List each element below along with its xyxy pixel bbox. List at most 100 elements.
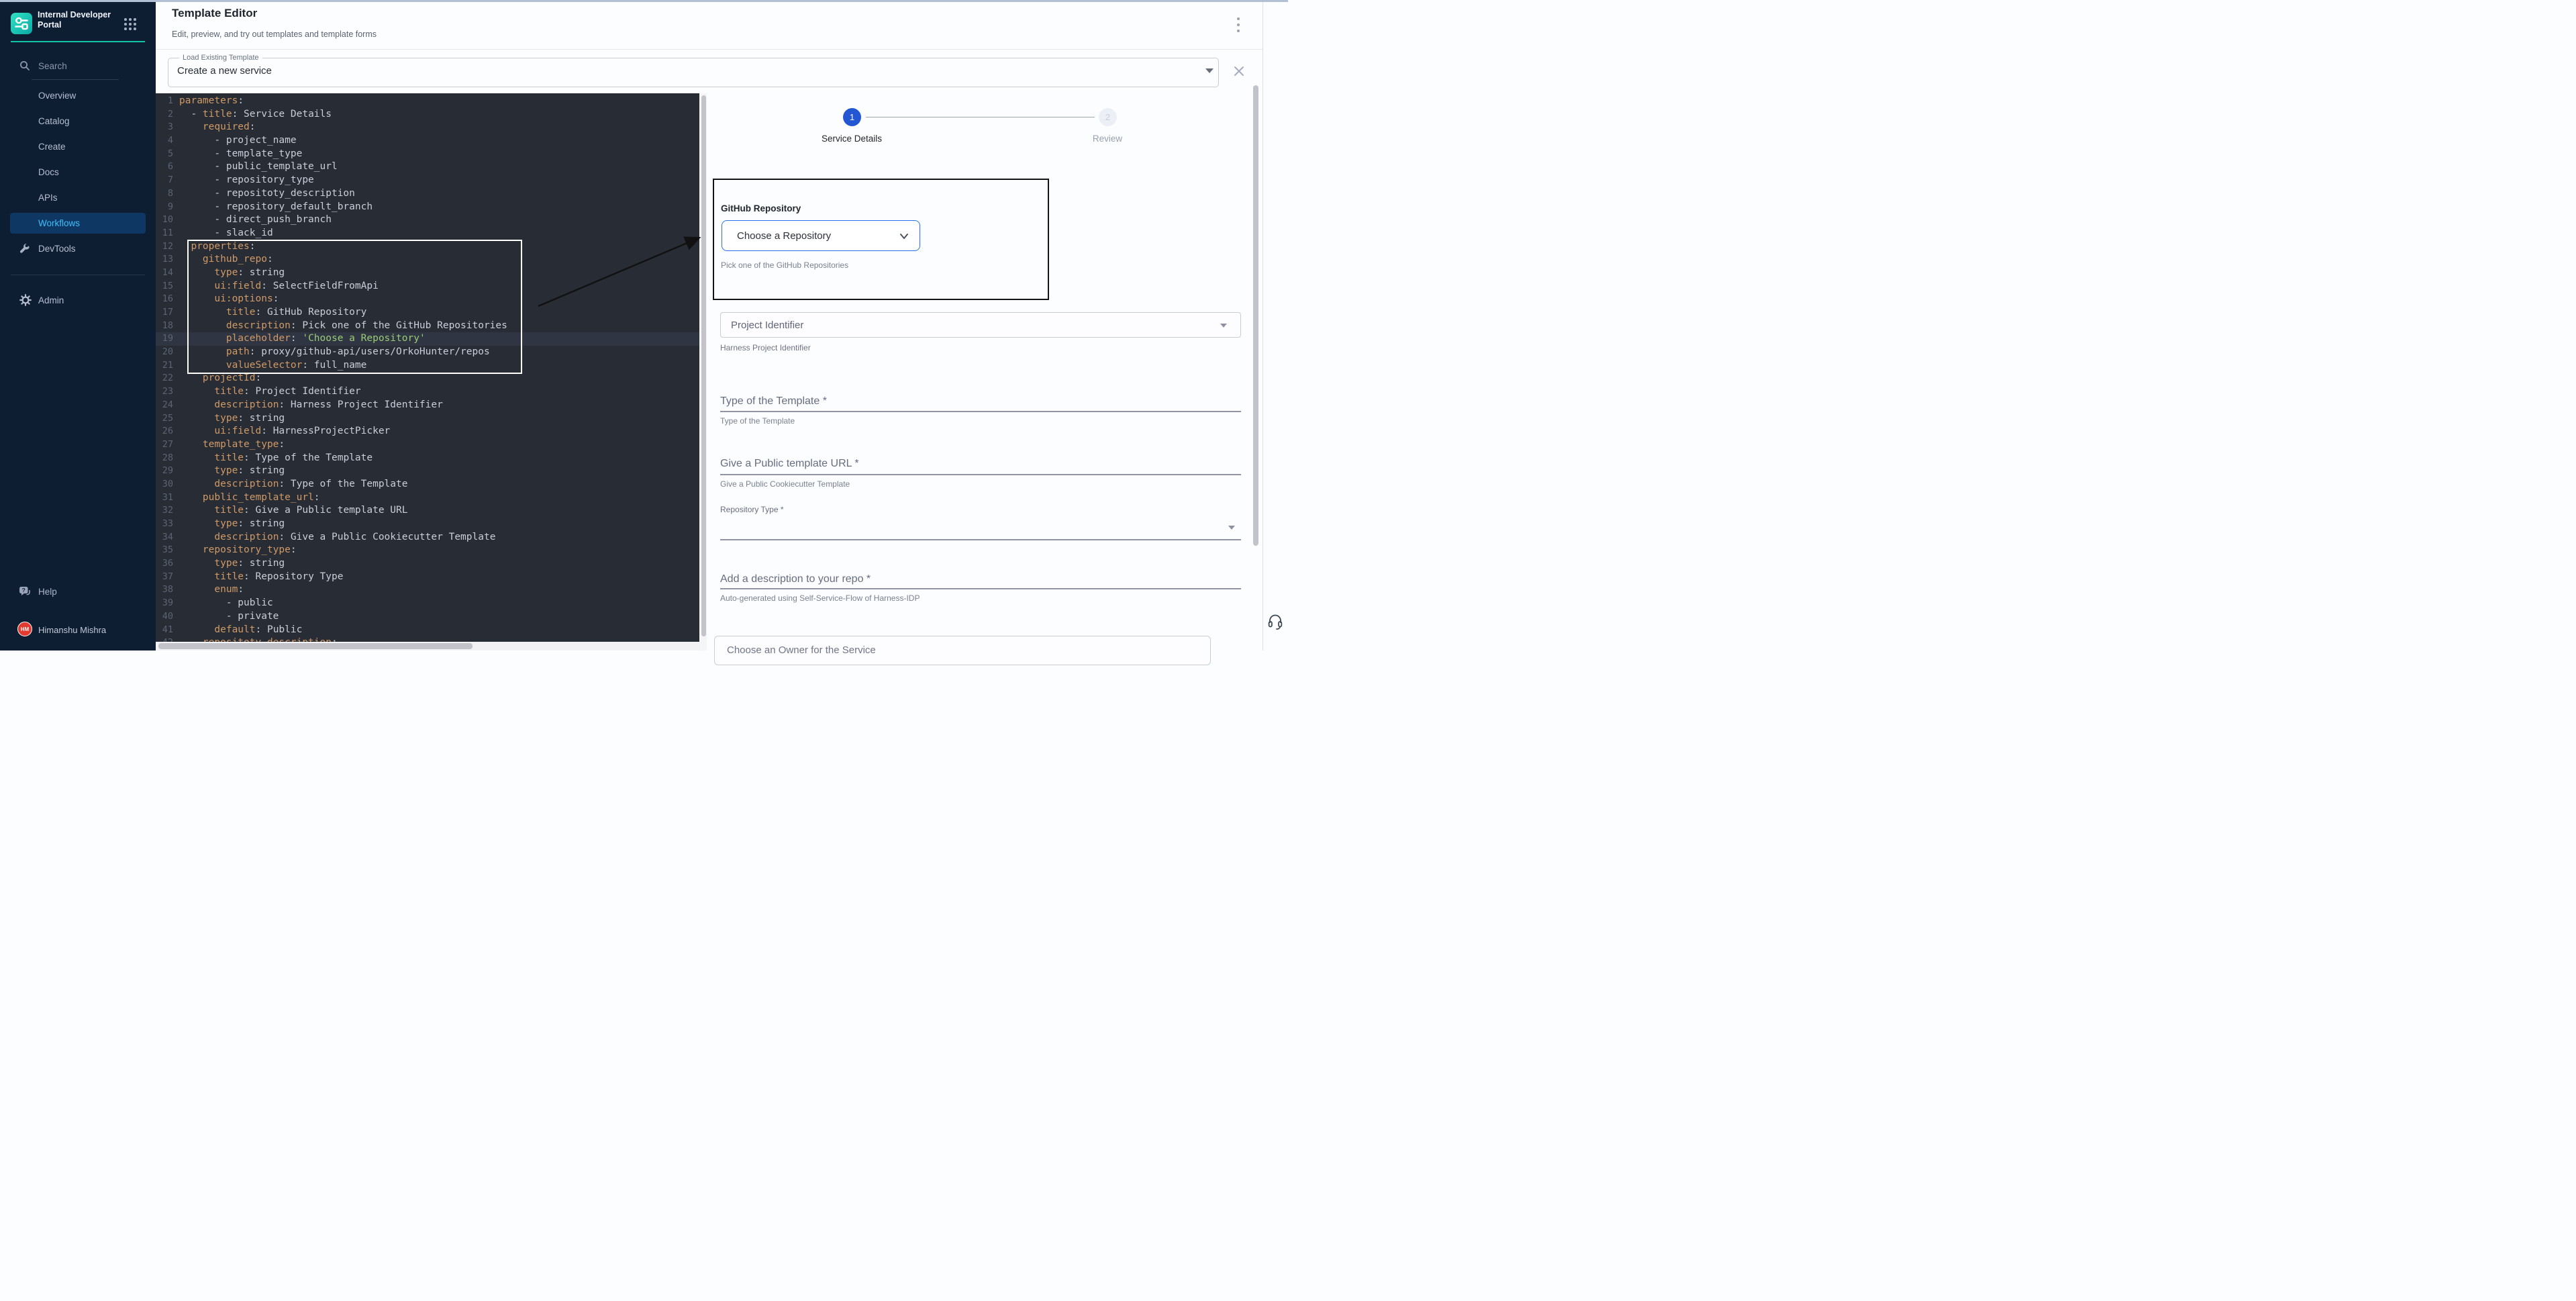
code-line-29[interactable]: 29 type: string [156,465,699,478]
code-line-37[interactable]: 37 title: Repository Type [156,571,699,584]
project-identifier-select[interactable]: Project Identifier [720,312,1241,338]
dropdown-caret-icon[interactable] [1205,68,1213,73]
code-line-39[interactable]: 39 - public [156,597,699,610]
line-number: 27 [158,438,173,452]
sidebar-item-create[interactable]: Create [10,136,146,157]
sidebar-user[interactable]: HM Himanshu Mishra [0,619,156,640]
panel-scrollbar-thumb[interactable] [1253,85,1258,546]
code-line-7[interactable]: 7 - repository_type [156,174,699,187]
line-number: 1 [158,95,173,108]
code-line-40[interactable]: 40 - private [156,610,699,624]
idp-logo[interactable] [11,13,32,34]
stepper-step-2-circle[interactable]: 2 [1099,108,1117,126]
header-divider [156,49,1262,50]
code-line-27[interactable]: 27 template_type: [156,438,699,452]
code-text: projectId: [179,372,261,385]
avatar: HM [17,622,32,636]
line-number: 2 [158,108,173,122]
code-line-22[interactable]: 22 projectId: [156,372,699,385]
app-grid-icon[interactable] [124,18,136,30]
sidebar-item-label: DevTools [38,244,76,254]
code-line-31[interactable]: 31 public_template_url: [156,491,699,505]
public-url-input[interactable] [720,474,1241,475]
owner-placeholder: Choose an Owner for the Service [727,644,876,665]
line-number: 7 [158,174,173,187]
public-url-label: Give a Public template URL * [720,458,859,470]
code-line-11[interactable]: 11 - slack_id [156,227,699,240]
sidebar-item-overview[interactable]: Overview [10,85,146,106]
right-rail-divider [1262,0,1263,650]
code-line-32[interactable]: 32 title: Give a Public template URL [156,504,699,518]
code-text: - repositoty_description [179,187,355,201]
editor-horizontal-scrollbar[interactable] [156,642,700,650]
line-number: 18 [158,320,173,333]
sidebar-item-label: APIs [38,193,58,203]
code-line-25[interactable]: 25 type: string [156,412,699,426]
code-line-1[interactable]: 1parameters: [156,95,699,108]
line-number: 35 [158,544,173,557]
sidebar-item-docs[interactable]: Docs [10,162,146,183]
code-text: repository_type: [179,544,297,557]
code-text: - project_name [179,134,297,148]
line-number: 38 [158,583,173,597]
code-line-4[interactable]: 4 - project_name [156,134,699,148]
close-icon[interactable] [1232,64,1246,78]
code-line-26[interactable]: 26 ui:field: HarnessProjectPicker [156,425,699,438]
editor-vertical-scrollbar[interactable] [700,93,707,650]
form-annotation-rectangle [713,179,1049,300]
code-line-2[interactable]: 2 - title: Service Details [156,108,699,122]
code-line-5[interactable]: 5 - template_type [156,148,699,161]
code-line-33[interactable]: 33 type: string [156,518,699,531]
sidebar-item-devtools[interactable]: DevTools [10,238,146,259]
repository-type-select[interactable] [720,539,1241,540]
code-line-28[interactable]: 28 title: Type of the Template [156,452,699,465]
code-line-30[interactable]: 30 description: Type of the Template [156,478,699,491]
repo-description-helper: Auto-generated using Self-Service-Flow o… [720,593,920,603]
line-number: 26 [158,425,173,438]
code-text: type: string [179,557,285,571]
sidebar-item-workflows[interactable]: Workflows [10,213,146,234]
kebab-menu-icon[interactable] [1236,17,1241,35]
editor-horizontal-scrollbar-thumb[interactable] [158,643,473,649]
search-label: Search [38,61,67,71]
code-text: - direct_push_branch [179,213,332,227]
code-line-6[interactable]: 6 - public_template_url [156,160,699,174]
owner-select[interactable]: Choose an Owner for the Service [714,636,1211,665]
line-number: 29 [158,465,173,478]
code-text: - title: Service Details [179,108,332,122]
repo-description-input[interactable] [720,588,1241,589]
code-line-8[interactable]: 8 - repositoty_description [156,187,699,201]
code-line-34[interactable]: 34 description: Give a Public Cookiecutt… [156,531,699,544]
help-chat-icon: ? [19,585,31,597]
code-line-3[interactable]: 3 required: [156,121,699,134]
code-line-36[interactable]: 36 type: string [156,557,699,571]
dropdown-caret-icon[interactable] [1228,526,1235,530]
code-text: - repository_default_branch [179,201,373,214]
code-line-38[interactable]: 38 enum: [156,583,699,597]
load-template-select[interactable]: Load Existing Template [168,54,1219,87]
code-text: description: Give a Public Cookiecutter … [179,531,495,544]
code-line-24[interactable]: 24 description: Harness Project Identifi… [156,399,699,412]
sidebar-search[interactable]: Search [0,56,156,76]
sidebar-help[interactable]: ? Help [0,581,156,601]
code-line-23[interactable]: 23 title: Project Identifier [156,385,699,399]
line-number: 16 [158,293,173,306]
code-line-10[interactable]: 10 - direct_push_branch [156,213,699,227]
sidebar-item-catalog[interactable]: Catalog [10,111,146,132]
code-text: - repository_type [179,174,314,187]
line-number: 3 [158,121,173,134]
code-line-41[interactable]: 41 default: Public [156,624,699,637]
sidebar-item-label: Workflows [38,218,80,228]
brand-title: Internal Developer Portal [38,10,118,30]
sidebar-item-admin[interactable]: Admin [0,290,156,310]
stepper-step-1-circle[interactable]: 1 [843,108,861,126]
editor-vertical-scrollbar-thumb[interactable] [701,95,706,636]
support-headset-icon[interactable] [1267,613,1283,630]
code-line-35[interactable]: 35 repository_type: [156,544,699,557]
template-type-input[interactable] [720,411,1241,412]
sidebar-item-apis[interactable]: APIs [10,187,146,208]
line-number: 24 [158,399,173,412]
code-line-9[interactable]: 9 - repository_default_branch [156,201,699,214]
sidebar: Internal Developer Portal Search Overvie… [0,0,156,650]
line-number: 13 [158,253,173,267]
